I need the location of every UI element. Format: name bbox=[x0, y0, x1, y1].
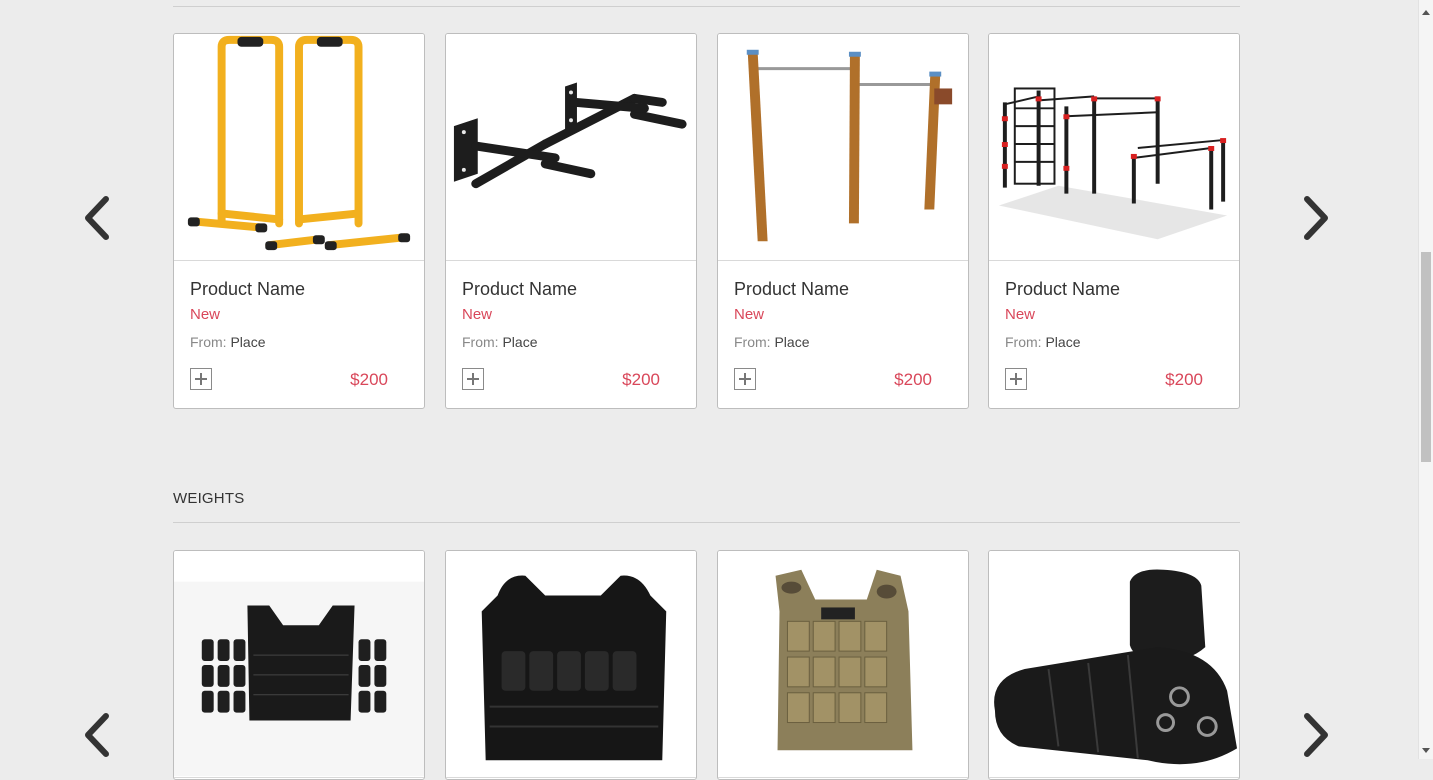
product-image-dip-bars[interactable] bbox=[174, 34, 424, 261]
product-name[interactable]: Product Name bbox=[1005, 279, 1120, 300]
product-name[interactable]: Product Name bbox=[190, 279, 305, 300]
product-card[interactable] bbox=[445, 550, 697, 780]
carousel-prev-button[interactable] bbox=[80, 710, 116, 760]
scroll-down-arrow-icon[interactable] bbox=[1422, 748, 1430, 753]
place-value: Place bbox=[502, 334, 538, 350]
place-value: Place bbox=[1045, 334, 1081, 350]
page-scrollbar[interactable] bbox=[1418, 0, 1433, 759]
product-origin: From: Place bbox=[734, 334, 809, 350]
product-origin: From: Place bbox=[1005, 334, 1080, 350]
section-divider bbox=[173, 522, 1240, 523]
carousel-next-button[interactable] bbox=[1297, 193, 1333, 243]
chevron-left-icon bbox=[85, 713, 109, 757]
from-label: From: bbox=[1005, 334, 1042, 350]
product-card[interactable] bbox=[173, 550, 425, 780]
chevron-right-icon bbox=[1304, 196, 1328, 240]
product-image-black-weight-vest[interactable] bbox=[446, 551, 696, 778]
product-image-ankle-weights[interactable] bbox=[989, 551, 1239, 778]
from-label: From: bbox=[190, 334, 227, 350]
product-price: $200 bbox=[1165, 370, 1203, 389]
product-origin: From: Place bbox=[462, 334, 537, 350]
product-image-wooden-pull-up-posts[interactable] bbox=[718, 34, 968, 261]
product-name[interactable]: Product Name bbox=[734, 279, 849, 300]
product-card[interactable]: Product Name New From: Place $200 bbox=[445, 33, 697, 409]
new-badge: New bbox=[462, 306, 493, 323]
add-to-cart-button[interactable] bbox=[190, 368, 212, 390]
new-badge: New bbox=[1005, 306, 1036, 323]
top-divider bbox=[173, 6, 1240, 7]
product-image-camo-weight-vest[interactable] bbox=[718, 551, 968, 778]
product-image-wall-pull-up-bar[interactable] bbox=[446, 34, 696, 261]
product-origin: From: Place bbox=[190, 334, 265, 350]
add-to-cart-button[interactable] bbox=[1005, 368, 1027, 390]
from-label: From: bbox=[734, 334, 771, 350]
add-to-cart-button[interactable] bbox=[734, 368, 756, 390]
scrollbar-thumb[interactable] bbox=[1421, 252, 1431, 462]
product-card[interactable] bbox=[717, 550, 969, 780]
chevron-left-icon bbox=[85, 196, 109, 240]
add-to-cart-button[interactable] bbox=[462, 368, 484, 390]
product-price: $200 bbox=[894, 370, 932, 389]
from-label: From: bbox=[462, 334, 499, 350]
product-card[interactable] bbox=[988, 550, 1240, 780]
chevron-right-icon bbox=[1304, 713, 1328, 757]
product-card[interactable]: Product Name New From: Place $200 bbox=[988, 33, 1240, 409]
new-badge: New bbox=[734, 306, 765, 323]
scroll-up-arrow-icon[interactable] bbox=[1422, 10, 1430, 15]
new-badge: New bbox=[190, 306, 221, 323]
product-price: $200 bbox=[350, 370, 388, 389]
product-image-weight-vest-plates[interactable] bbox=[174, 551, 424, 778]
place-value: Place bbox=[230, 334, 266, 350]
product-price: $200 bbox=[622, 370, 660, 389]
section-title-weights: WEIGHTS bbox=[173, 490, 245, 507]
carousel-next-button[interactable] bbox=[1297, 710, 1333, 760]
product-card[interactable]: Product Name New From: Place $200 bbox=[173, 33, 425, 409]
place-value: Place bbox=[774, 334, 810, 350]
product-card[interactable]: Product Name New From: Place $200 bbox=[717, 33, 969, 409]
product-name[interactable]: Product Name bbox=[462, 279, 577, 300]
carousel-prev-button[interactable] bbox=[80, 193, 116, 243]
product-image-calisthenics-station[interactable] bbox=[989, 34, 1239, 261]
